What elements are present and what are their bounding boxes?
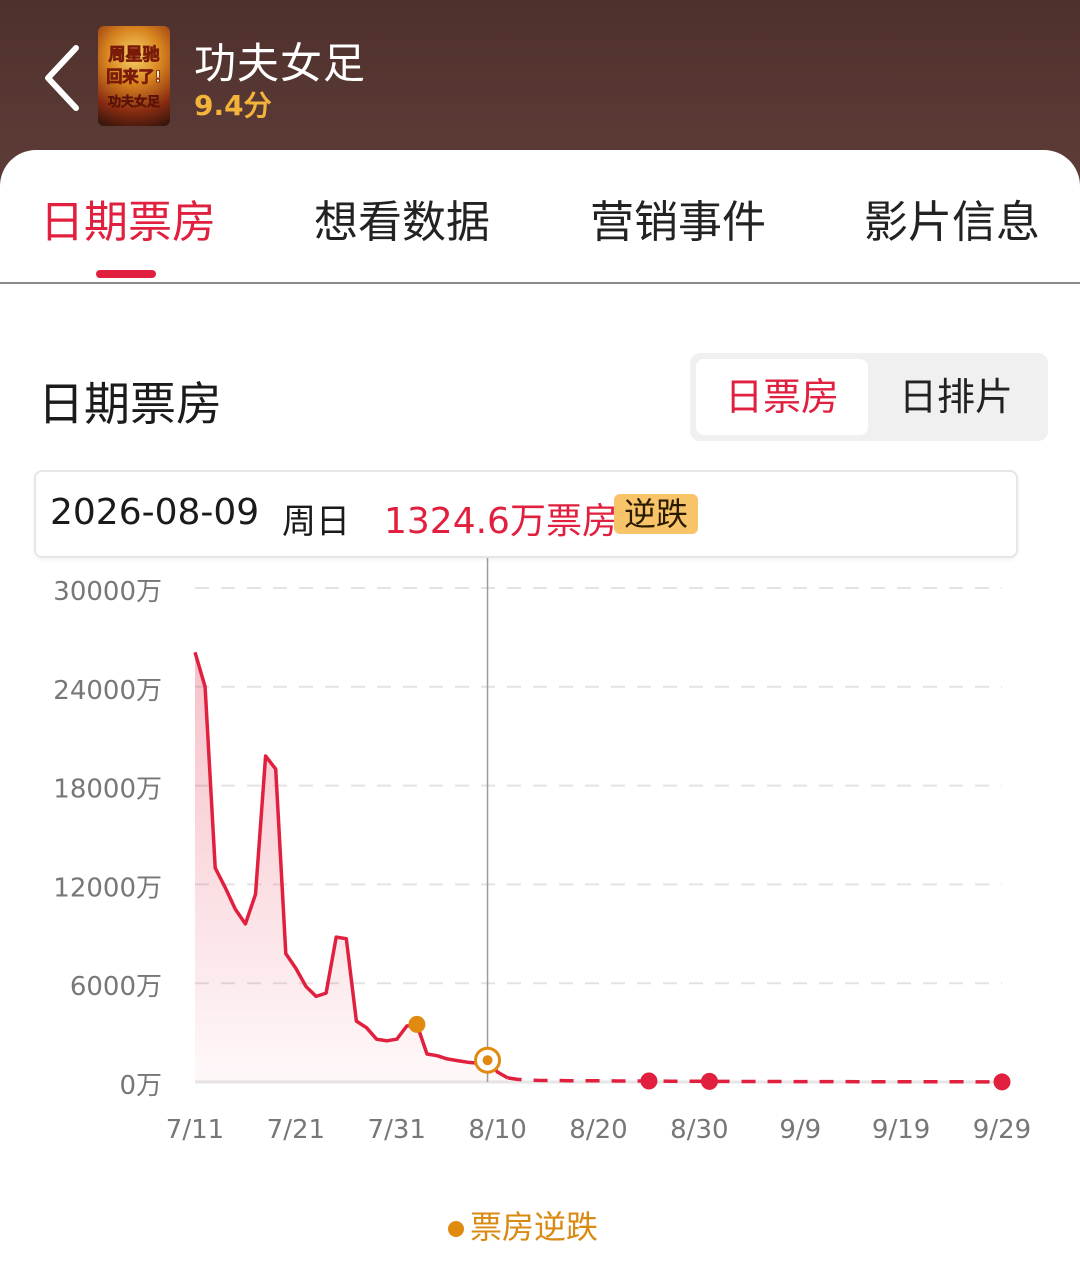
chart-legend: 票房逆跌	[448, 1202, 598, 1248]
selected-point-dot	[482, 1055, 493, 1066]
top-bar: 周星驰 回来了! 功夫女足 功夫女足 9.4分	[0, 0, 1080, 170]
movie-title: 功夫女足	[194, 39, 367, 88]
x-tick-label: 8/30	[670, 1115, 728, 1145]
event-marker	[993, 1073, 1011, 1091]
x-tick-label: 7/11	[166, 1115, 224, 1145]
y-tick-label: 12000万	[53, 873, 162, 903]
back-arrow-icon[interactable]	[38, 40, 88, 116]
x-tick-label: 7/21	[267, 1115, 325, 1145]
movie-poster[interactable]: 周星驰 回来了! 功夫女足	[98, 26, 170, 126]
y-tick-label: 0万	[119, 1071, 162, 1101]
movie-score: 9.4分	[194, 89, 272, 122]
series-area	[195, 652, 508, 1082]
svg-text:回来了!: 回来了!	[106, 67, 161, 86]
box-office-chart[interactable]: 0万 6000万 12000万 18000万 24000万 30000万 7/11 7/21 7…	[0, 150, 1080, 1266]
legend-label: 票房逆跌	[470, 1208, 599, 1246]
x-tick-label: 9/9	[779, 1115, 821, 1145]
legend-dot-icon	[448, 1221, 464, 1237]
y-tick-label: 24000万	[53, 676, 162, 706]
event-marker	[640, 1072, 658, 1090]
x-tick-label: 7/31	[368, 1115, 426, 1145]
svg-text:功夫女足: 功夫女足	[108, 94, 161, 110]
content-sheet: 日期票房 想看数据 营销事件 影片信息 日期票房 日票房 日排片 2026-08…	[0, 150, 1080, 1266]
x-tick-label: 8/20	[569, 1115, 627, 1145]
y-tick-label: 30000万	[53, 577, 162, 607]
x-tick-label: 9/19	[872, 1115, 930, 1145]
x-tick-label: 9/29	[973, 1115, 1031, 1145]
svg-text:周星驰: 周星驰	[109, 44, 160, 65]
x-tick-label: 8/10	[468, 1115, 526, 1145]
reverse-rise-point	[408, 1015, 426, 1033]
event-marker	[700, 1072, 718, 1090]
y-tick-label: 18000万	[53, 775, 162, 805]
y-tick-label: 6000万	[70, 972, 162, 1002]
